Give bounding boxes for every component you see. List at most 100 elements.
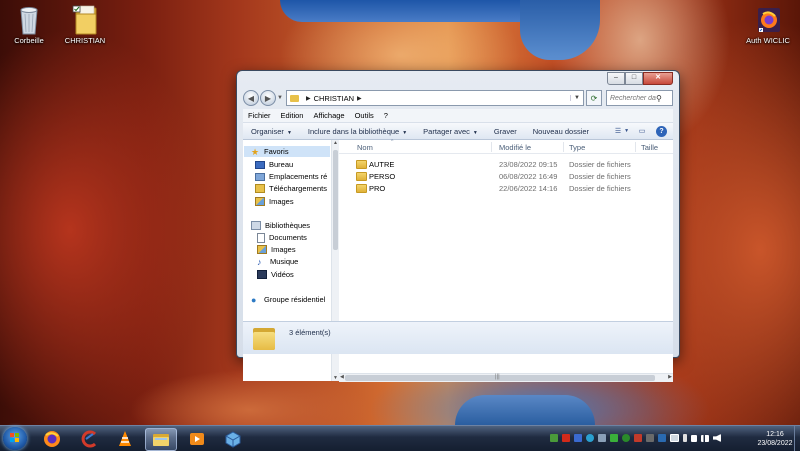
desktop-icon-christian[interactable]: CHRISTIAN xyxy=(53,4,117,45)
media-player-icon xyxy=(190,432,204,445)
scrollbar-grip-icon: ||| xyxy=(495,374,500,380)
scrollbar-thumb[interactable] xyxy=(345,375,655,381)
column-header-size[interactable]: Taille xyxy=(641,143,658,152)
close-button[interactable]: ✕ xyxy=(643,72,673,85)
burn-button[interactable]: Graver xyxy=(486,127,525,136)
nav-item-recent-places[interactable]: Emplacements ré xyxy=(255,171,327,182)
tray-icon[interactable] xyxy=(622,434,630,442)
scrollbar-thumb[interactable] xyxy=(333,150,338,250)
scroll-up-arrow-icon[interactable]: ▲ xyxy=(332,140,339,146)
nav-item-videos[interactable]: Vidéos xyxy=(257,269,294,280)
taskbar-media-player[interactable] xyxy=(182,428,212,449)
back-button[interactable]: ◀ xyxy=(243,90,259,106)
chevron-down-icon: ▼ xyxy=(286,129,292,136)
menu-fichier[interactable]: Fichier xyxy=(243,111,276,120)
tray-icon[interactable] xyxy=(658,434,666,442)
taskbar-firefox[interactable] xyxy=(37,428,67,449)
show-desktop-button[interactable] xyxy=(794,426,800,451)
nav-item-images[interactable]: Images xyxy=(255,196,294,207)
tray-icon[interactable] xyxy=(550,434,558,442)
nav-item-documents[interactable]: Documents xyxy=(257,232,307,243)
preview-pane-button[interactable]: ▭ xyxy=(635,125,649,137)
tray-volume-icon[interactable] xyxy=(713,434,721,442)
scroll-right-arrow-icon[interactable]: ▶ xyxy=(668,374,672,380)
tray-icon[interactable] xyxy=(574,434,582,442)
include-in-library-button[interactable]: Inclure dans la bibliothèque ▼ xyxy=(300,127,415,136)
file-row[interactable]: PERSO 06/08/2022 16:49 Dossier de fichie… xyxy=(339,170,673,182)
start-button[interactable] xyxy=(3,427,27,450)
breadcrumb-chevron-icon[interactable]: ▶ xyxy=(357,95,362,102)
breadcrumb-segment[interactable]: CHRISTIAN xyxy=(314,94,354,103)
column-header-name[interactable]: Nom xyxy=(357,143,373,152)
taskbar-clock[interactable]: 12:16 23/08/2022 xyxy=(755,430,795,448)
nav-item-library-images[interactable]: Images xyxy=(257,244,296,255)
tray-icon[interactable] xyxy=(683,434,687,442)
search-box[interactable]: ⚲ xyxy=(606,90,673,106)
tray-network-icon[interactable] xyxy=(701,434,709,442)
taskbar-vlc[interactable] xyxy=(110,428,140,449)
file-row[interactable]: PRO 22/06/2022 14:16 Dossier de fichiers xyxy=(339,182,673,194)
nav-item-music[interactable]: ♪ Musique xyxy=(257,256,298,267)
horizontal-scrollbar[interactable]: ◀ ||| ▶ xyxy=(339,373,673,382)
search-input[interactable] xyxy=(610,94,656,102)
folder-icon xyxy=(153,433,169,446)
column-header-type[interactable]: Type xyxy=(569,143,585,152)
taskbar-virtualbox[interactable] xyxy=(218,428,248,449)
menu-outils[interactable]: Outils xyxy=(350,111,379,120)
folder-icon xyxy=(253,326,275,350)
tray-icon[interactable] xyxy=(646,434,654,442)
menu-affichage[interactable]: Affichage xyxy=(308,111,349,120)
tray-icon[interactable] xyxy=(634,434,642,442)
new-folder-button[interactable]: Nouveau dossier xyxy=(525,127,597,136)
view-options-button[interactable]: ☰ ▼ xyxy=(615,125,629,137)
nav-item-homegroup[interactable]: ● Groupe résidentiel xyxy=(251,294,325,305)
folder-icon xyxy=(289,94,299,102)
command-bar: Organiser ▼ Inclure dans la bibliothèque ▼… xyxy=(243,123,673,140)
scroll-left-arrow-icon[interactable]: ◀ xyxy=(340,374,344,380)
images-icon xyxy=(255,197,265,206)
forward-arrow-icon: ▶ xyxy=(264,93,272,103)
details-pane: 3 élément(s) xyxy=(243,321,673,354)
tray-flag-icon[interactable] xyxy=(691,434,697,442)
breadcrumb-chevron-icon[interactable]: ▶ xyxy=(306,95,311,102)
maximize-button[interactable]: □ xyxy=(625,72,643,85)
organize-button[interactable]: Organiser ▼ xyxy=(243,127,300,136)
menu-edition[interactable]: Edition xyxy=(276,111,309,120)
taskbar-ccleaner[interactable] xyxy=(75,428,105,449)
refresh-icon: ⟳ xyxy=(590,93,598,103)
scroll-down-arrow-icon[interactable]: ▼ xyxy=(332,375,339,381)
tray-acrobat-icon[interactable] xyxy=(562,434,570,442)
column-header-modified[interactable]: Modifié le xyxy=(499,143,531,152)
help-icon[interactable]: ? xyxy=(656,125,667,137)
tray-monitor-icon[interactable] xyxy=(670,434,679,442)
tray-icon[interactable] xyxy=(610,434,618,442)
tray-icon[interactable] xyxy=(598,434,606,442)
back-arrow-icon: ◀ xyxy=(247,93,255,103)
desktop-icon-label: CHRISTIAN xyxy=(64,36,106,45)
desktop-icon-recycle-bin[interactable]: Corbeille xyxy=(0,4,61,45)
share-with-button[interactable]: Partager avec ▼ xyxy=(415,127,486,136)
nav-item-libraries[interactable]: Bibliothèques xyxy=(251,220,310,231)
clock-date: 23/08/2022 xyxy=(757,440,793,447)
desktop-icon xyxy=(255,160,265,169)
clock-time: 12:16 xyxy=(766,431,784,438)
nav-item-favorites[interactable]: ★ Favoris xyxy=(244,146,330,157)
column-headers: Nom Modifié le Type Taille ^ xyxy=(339,139,673,154)
nav-item-bureau[interactable]: Bureau xyxy=(255,159,293,170)
search-icon[interactable]: ⚲ xyxy=(656,94,662,103)
menu-help[interactable]: ? xyxy=(379,111,393,120)
taskbar-windows-explorer[interactable] xyxy=(145,428,177,451)
taskbar: 12:16 23/08/2022 xyxy=(0,425,800,451)
nav-item-downloads[interactable]: Téléchargements xyxy=(255,183,327,194)
file-row[interactable]: AUTRE 23/08/2022 09:15 Dossier de fichie… xyxy=(339,158,673,170)
minimize-button[interactable]: – xyxy=(607,72,625,85)
tray-icon[interactable] xyxy=(586,434,594,442)
recent-pages-dropdown[interactable]: ▼ xyxy=(277,95,283,101)
desktop-icon-auth-wiclic[interactable]: Auth WICLIC xyxy=(736,4,800,45)
windows-logo-icon xyxy=(10,433,20,443)
address-bar[interactable]: ▶ CHRISTIAN ▶ ▼ xyxy=(285,90,584,106)
folder-icon xyxy=(356,184,367,193)
refresh-button[interactable]: ⟳ xyxy=(586,90,602,106)
address-history-dropdown[interactable]: ▼ xyxy=(570,95,580,101)
forward-button[interactable]: ▶ xyxy=(260,90,276,106)
